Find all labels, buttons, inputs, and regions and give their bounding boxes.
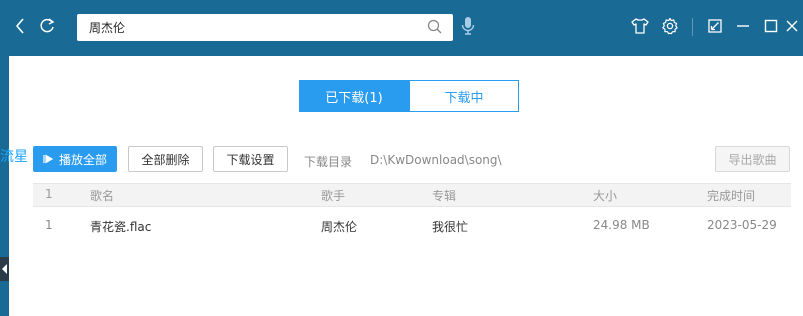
skin-icon[interactable]	[628, 14, 652, 38]
collapse-arrow-icon[interactable]	[0, 257, 9, 281]
delete-all-button[interactable]: 全部删除	[128, 146, 203, 172]
close-icon[interactable]	[782, 14, 802, 38]
export-songs-label: 导出歌曲	[728, 152, 777, 167]
mini-mode-icon[interactable]	[703, 14, 727, 38]
row-song-name[interactable]: 青花瓷.flac	[90, 218, 151, 235]
play-all-button[interactable]: 播放全部	[33, 146, 117, 172]
header-index: 1	[45, 187, 53, 201]
play-icon	[43, 154, 53, 164]
header-size[interactable]: 大小	[593, 187, 617, 204]
maximize-icon[interactable]	[759, 14, 783, 38]
sidebar-edge-text: 流星	[0, 149, 28, 165]
header-song-name[interactable]: 歌名	[90, 187, 114, 204]
download-settings-button[interactable]: 下载设置	[213, 146, 288, 172]
header-artist[interactable]: 歌手	[321, 187, 345, 204]
row-size: 24.98 MB	[593, 218, 650, 232]
export-songs-button[interactable]: 导出歌曲	[715, 146, 790, 172]
tab-downloading-label: 下载中	[444, 90, 484, 106]
microphone-icon[interactable]	[456, 14, 480, 38]
row-index: 1	[45, 218, 53, 232]
row-album[interactable]: 我很忙	[432, 218, 468, 235]
settings-icon[interactable]	[658, 14, 682, 38]
header-album[interactable]: 专辑	[432, 187, 456, 204]
minimize-icon[interactable]	[731, 14, 755, 38]
tab-downloading[interactable]: 下载中	[409, 80, 519, 112]
tab-downloaded[interactable]: 已下载(1)	[299, 80, 409, 112]
refresh-icon[interactable]	[35, 14, 59, 38]
play-all-label: 播放全部	[58, 152, 107, 167]
table-header	[33, 183, 791, 207]
search-box	[77, 14, 453, 41]
row-artist[interactable]: 周杰伦	[321, 218, 357, 235]
search-input[interactable]	[77, 14, 417, 41]
row-finish-time: 2023-05-29	[707, 218, 777, 232]
titlebar-divider	[692, 18, 693, 36]
tab-downloaded-label: 已下载(1)	[325, 90, 383, 106]
download-dir-label: 下载目录	[304, 155, 353, 169]
search-icon[interactable]	[427, 19, 443, 38]
back-icon[interactable]	[8, 14, 32, 38]
header-finish-time[interactable]: 完成时间	[707, 187, 755, 204]
download-settings-label: 下载设置	[226, 152, 275, 167]
download-dir-path[interactable]: D:\KwDownload\song\	[370, 153, 502, 167]
delete-all-label: 全部删除	[141, 152, 190, 167]
